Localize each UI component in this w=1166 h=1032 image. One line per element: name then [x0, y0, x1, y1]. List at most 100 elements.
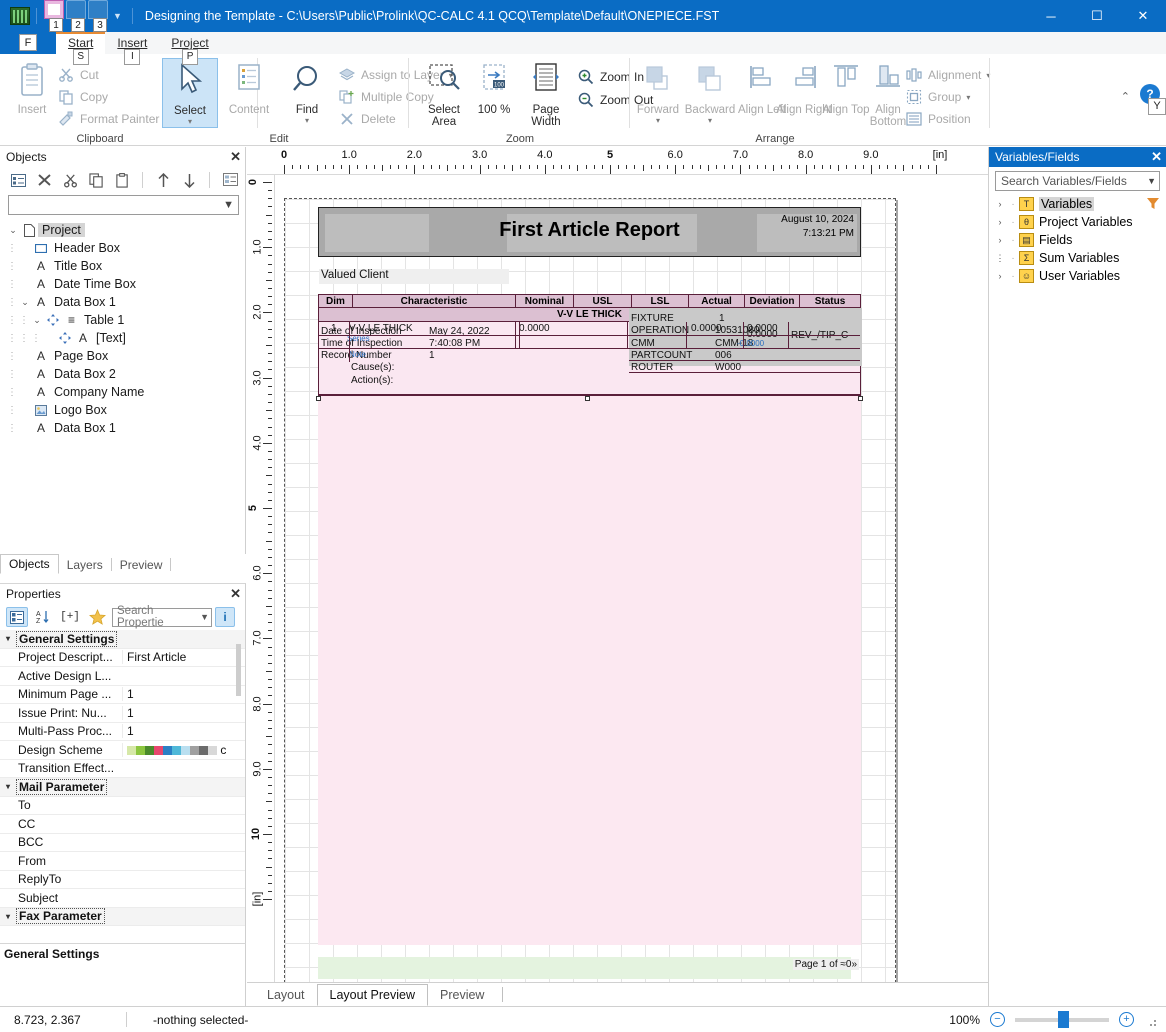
backward-chevron-down-icon[interactable]: ▾	[682, 116, 738, 125]
category-expander-icon[interactable]: ▾	[0, 912, 16, 921]
move-down-icon[interactable]	[177, 169, 201, 191]
variables-panel-close-icon[interactable]: ✕	[1151, 149, 1162, 165]
select-button[interactable]: Select ▾	[162, 58, 218, 128]
format-painter-button[interactable]: Format Painter	[56, 108, 159, 130]
variables-expander-icon[interactable]: ›	[993, 271, 1007, 281]
report-page[interactable]: First Article Report August 10, 2024 7:1…	[284, 198, 896, 982]
forward-button[interactable]: Forward ▾	[630, 62, 686, 125]
sort-az-icon[interactable]: AZ	[31, 606, 55, 628]
property-row[interactable]: To	[0, 797, 245, 815]
alignment-button[interactable]: Alignment ▾	[904, 64, 990, 86]
tab-insert[interactable]: Insert I	[105, 34, 159, 65]
design-canvas[interactable]: First Article Report August 10, 2024 7:1…	[276, 176, 988, 982]
zoom-out-icon[interactable]: −	[990, 1012, 1005, 1027]
select-chevron-down-icon[interactable]: ▾	[163, 117, 217, 126]
properties-panel-close-icon[interactable]: ✕	[230, 586, 241, 602]
tree-item-data-box-1[interactable]: ⋮ A Data Box 1	[6, 419, 245, 437]
client-name-box[interactable]: Valued Client	[319, 269, 509, 284]
header-box[interactable]: First Article Report August 10, 2024 7:1…	[318, 207, 861, 257]
property-row[interactable]: Transition Effect...	[0, 760, 245, 778]
tree-expander-icon[interactable]: ⌄	[18, 297, 32, 308]
tab-preview[interactable]: Preview	[428, 985, 496, 1005]
report-table[interactable]: Dim Characteristic Nominal USL LSL Actua…	[318, 294, 862, 396]
tab-project[interactable]: Project P	[159, 34, 220, 65]
property-row[interactable]: From	[0, 852, 245, 871]
property-row[interactable]: Project Descript... First Article	[0, 649, 245, 667]
property-value[interactable]: c	[122, 742, 245, 757]
group-button[interactable]: Group ▾	[904, 86, 970, 108]
info-icon[interactable]: i	[215, 607, 235, 627]
tab-preview[interactable]: Preview	[112, 556, 171, 574]
property-category[interactable]: ▾ Fax Parameter	[0, 907, 245, 926]
move-up-icon[interactable]	[151, 169, 175, 191]
property-row[interactable]: Active Design L...	[0, 667, 245, 686]
objects-panel-close-icon[interactable]: ✕	[230, 149, 241, 165]
copy-icon[interactable]	[84, 169, 108, 191]
backward-button[interactable]: Backward ▾	[682, 62, 738, 125]
object-list-icon[interactable]	[218, 169, 242, 191]
find-button[interactable]: Find ▾	[279, 62, 335, 125]
minimize-icon[interactable]: ─	[1028, 0, 1074, 32]
vertical-ruler[interactable]: 0 1.0 2.0 3.0 4.0 5 6.0 7.0 8.0 9.0 10 [in]	[247, 175, 275, 982]
property-category[interactable]: ▾ General Settings	[0, 630, 245, 649]
object-filter-combo[interactable]: ▼	[8, 195, 239, 215]
tab-layout[interactable]: Layout	[255, 985, 317, 1005]
variables-item-fields[interactable]: › · ▤ Fields	[993, 231, 1166, 249]
property-row[interactable]: Issue Print: Nu... 1	[0, 704, 245, 723]
tab-start[interactable]: Start S	[56, 32, 106, 65]
property-value[interactable]: 1	[122, 687, 245, 702]
variables-item-user-variables[interactable]: › · ☺ User Variables	[993, 267, 1166, 285]
tree-item-title-box[interactable]: ⋮ A Title Box	[6, 257, 245, 275]
zoom-100-button[interactable]: 100 100 %	[466, 62, 522, 116]
chevron-down-icon[interactable]: ▼	[1147, 176, 1156, 186]
variables-expander-icon[interactable]: ⋮	[993, 253, 1007, 264]
copy-button[interactable]: Copy	[56, 86, 108, 108]
content-button[interactable]: Content	[221, 62, 277, 116]
property-value[interactable]: First Article	[122, 650, 245, 665]
variables-item-variables[interactable]: › · T Variables	[993, 195, 1166, 213]
variables-item-project-variables[interactable]: › · θ Project Variables	[993, 213, 1166, 231]
property-value[interactable]: 1	[122, 724, 245, 739]
variables-expander-icon[interactable]: ›	[993, 235, 1007, 245]
tree-expander-icon[interactable]: ⌄	[30, 315, 44, 326]
property-value[interactable]: 1	[122, 705, 245, 720]
properties-icon[interactable]	[6, 169, 30, 191]
cut-button[interactable]: Cut	[56, 64, 99, 86]
category-expander-icon[interactable]: ▾	[0, 634, 16, 643]
qat-save-button[interactable]: 3	[88, 0, 108, 32]
horizontal-ruler[interactable]: 0 1.0 2.0 3.0 4.0 5 6.0 7.0 8.0 9.0 [in]	[247, 147, 988, 175]
variables-expander-icon[interactable]: ›	[993, 217, 1007, 227]
search-variables-input[interactable]: Search Variables/Fields ▼	[995, 171, 1160, 191]
find-chevron-down-icon[interactable]: ▾	[279, 116, 335, 125]
insert-button[interactable]: Insert	[4, 62, 60, 116]
tree-item-text[interactable]: ⋮ ⋮ ⋮ A [Text]	[6, 329, 245, 347]
star-icon[interactable]	[85, 606, 109, 628]
maximize-icon[interactable]: ☐	[1074, 0, 1120, 32]
delete-button[interactable]: Delete	[337, 108, 396, 130]
property-row[interactable]: ReplyTo	[0, 871, 245, 889]
variables-item-sum-variables[interactable]: ⋮ · Σ Sum Variables	[993, 249, 1166, 267]
variables-expander-icon[interactable]: ›	[993, 199, 1007, 209]
forward-chevron-down-icon[interactable]: ▾	[630, 116, 686, 125]
cut-icon[interactable]	[58, 169, 82, 191]
tree-item-company-name[interactable]: ⋮ A Company Name	[6, 383, 245, 401]
qat-new-button[interactable]: 1	[44, 0, 64, 32]
zoom-slider[interactable]	[1015, 1010, 1109, 1028]
tab-file[interactable]: F	[0, 32, 56, 54]
qat-open-button[interactable]: 2	[66, 0, 86, 32]
properties-scrollbar[interactable]	[235, 636, 243, 926]
property-row[interactable]: BCC	[0, 834, 245, 852]
property-row[interactable]: Multi-Pass Proc... 1	[0, 723, 245, 741]
tab-layers[interactable]: Layers	[59, 556, 111, 574]
filter-icon[interactable]	[1146, 197, 1160, 214]
chevron-down-icon[interactable]: ▼	[223, 199, 234, 211]
tab-layout-preview[interactable]: Layout Preview	[316, 983, 428, 1006]
select-area-button[interactable]: Select Area	[416, 62, 472, 128]
property-row[interactable]: Minimum Page ... 1	[0, 686, 245, 704]
tree-item-date-time-box[interactable]: ⋮ A Date Time Box	[6, 275, 245, 293]
search-properties-input[interactable]: Search Propertie ▼	[112, 605, 212, 629]
paste-icon[interactable]	[110, 169, 134, 191]
expand-all-button[interactable]: [+]	[58, 606, 82, 628]
tab-objects[interactable]: Objects	[0, 554, 59, 574]
tree-expander-icon[interactable]: ⌄	[6, 225, 20, 236]
